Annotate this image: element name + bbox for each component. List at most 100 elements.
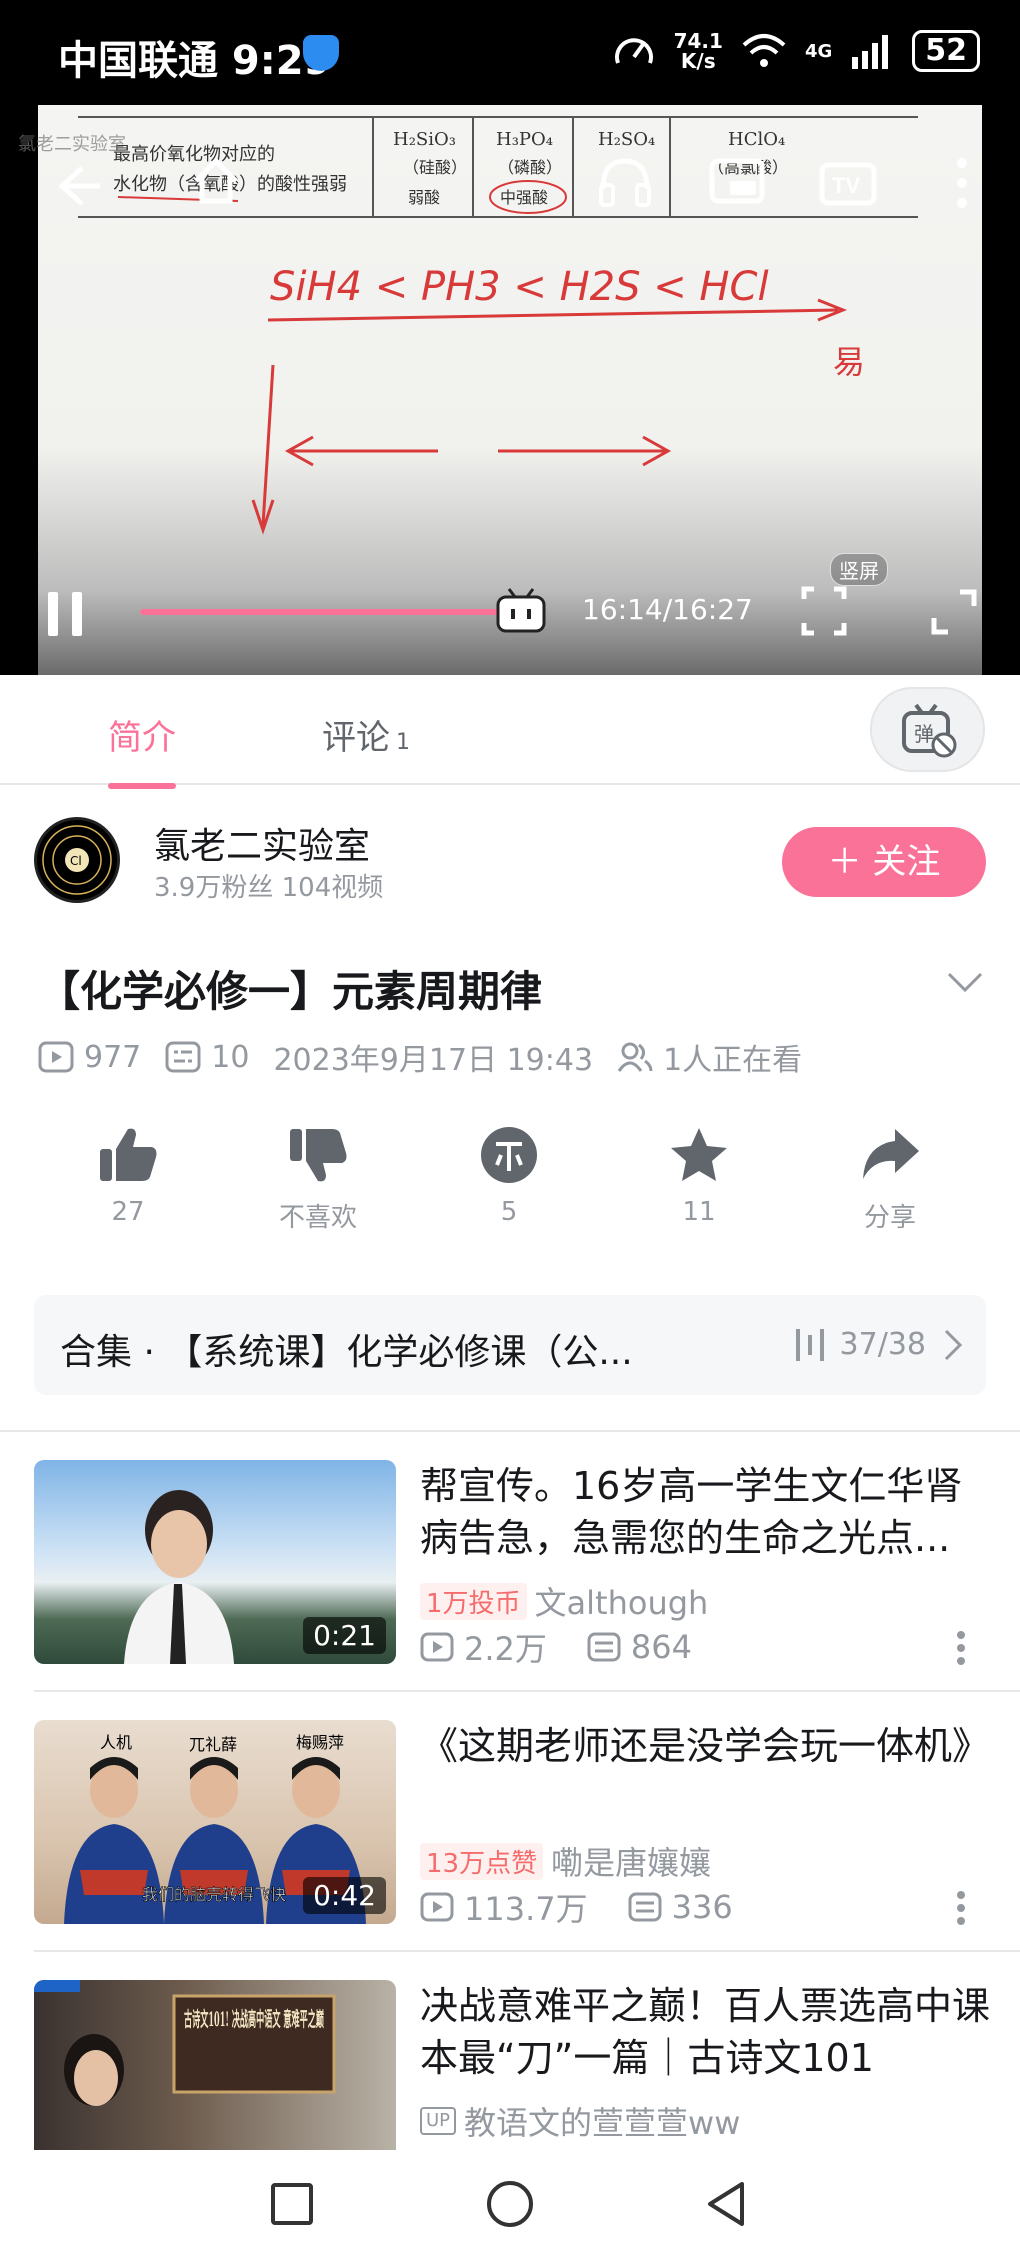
progress-thumb-tv-icon[interactable] bbox=[495, 587, 547, 635]
danmaku-count-icon bbox=[165, 1041, 201, 1073]
listen-mode-icon[interactable] bbox=[595, 155, 655, 211]
video-duration: 0:21 bbox=[303, 1617, 386, 1654]
shield-icon bbox=[303, 35, 339, 71]
pause-icon[interactable] bbox=[44, 590, 88, 638]
danmaku-toggle-button[interactable]: 弹 bbox=[870, 687, 985, 772]
video-stats-line: UP 教语文的萱萱萱ww bbox=[420, 2098, 740, 2144]
svg-text:H₃PO₄: H₃PO₄ bbox=[496, 129, 553, 150]
list-divider bbox=[34, 1950, 1020, 1952]
danmaku-off-icon: 弹 bbox=[902, 703, 957, 758]
publish-date: 2023年9月17日 19:43 bbox=[273, 1043, 594, 1078]
dislike-button[interactable]: 不喜欢 bbox=[258, 1125, 378, 1234]
share-button[interactable]: 分享 bbox=[830, 1125, 950, 1234]
video-duration: 0:42 bbox=[303, 1877, 386, 1914]
like-count: 27 bbox=[111, 1197, 145, 1227]
svg-text:TV: TV bbox=[832, 173, 860, 198]
svg-text:弹: 弹 bbox=[914, 722, 934, 746]
follow-button[interactable]: ＋ 关注 bbox=[782, 827, 986, 897]
watching-now: 1人正在看 bbox=[663, 1043, 803, 1078]
back-arrow-icon[interactable] bbox=[52, 160, 104, 212]
dislike-label: 不喜欢 bbox=[278, 1203, 357, 1233]
status-badge: 1万投币 bbox=[420, 1582, 527, 1620]
recent-apps-icon[interactable] bbox=[270, 2182, 314, 2226]
like-button[interactable]: 27 bbox=[68, 1125, 188, 1227]
danmaku-count-icon bbox=[628, 1892, 662, 1922]
status-badge: 13万点赞 bbox=[420, 1842, 544, 1880]
battery-indicator: 52 bbox=[912, 30, 980, 72]
video-meta: 977 10 2023年9月17日 19:43 1人正在看 bbox=[38, 1035, 802, 1079]
svg-text:H₂SO₄: H₂SO₄ bbox=[598, 129, 655, 150]
viewers-icon bbox=[617, 1042, 653, 1072]
video-stats-line: 13万点赞 嘞是唐孃孃 bbox=[420, 1838, 711, 1884]
thumbs-up-icon bbox=[100, 1128, 157, 1181]
home-button-icon[interactable] bbox=[486, 2180, 534, 2228]
uploader-row: Cl 氯老二实验室 3.9万粉丝 104视频 ＋ 关注 bbox=[0, 785, 1020, 925]
tab-comments[interactable]: 评论 1 bbox=[322, 710, 410, 759]
section-divider bbox=[0, 1430, 1020, 1432]
thumbs-down-icon bbox=[290, 1129, 347, 1182]
progress-bar[interactable] bbox=[140, 609, 540, 615]
avatar[interactable]: Cl bbox=[34, 817, 120, 903]
uploader-name[interactable]: 氯老二实验室 bbox=[154, 817, 370, 869]
video-author[interactable]: 文although bbox=[535, 1578, 709, 1624]
up-badge: UP bbox=[420, 2107, 457, 2135]
action-bar: 27 不喜欢 5 11 分享 bbox=[0, 1125, 1020, 1245]
video-author[interactable]: 教语文的萱萱萱ww bbox=[464, 2098, 740, 2144]
list-item[interactable]: 人机 兀礼薛 梅赐萍 我们的脑壳转得飞快 0:42 《这期老师还是没学会玩一体机… bbox=[0, 1720, 1020, 1930]
video-title: 【化学必修一】元素周期律 bbox=[38, 967, 543, 1016]
play-count-icon bbox=[420, 1892, 454, 1922]
video-thumbnail[interactable]: 0:21 bbox=[34, 1460, 396, 1664]
play-count: 113.7万 bbox=[464, 1890, 588, 1928]
danmaku-count: 336 bbox=[671, 1888, 733, 1926]
favorite-button[interactable]: 11 bbox=[639, 1125, 759, 1227]
cast-tv-icon[interactable]: TV bbox=[818, 157, 878, 211]
episode-list-icon bbox=[796, 1329, 824, 1361]
star-icon bbox=[671, 1128, 727, 1181]
thumb-label: 兀礼薛 bbox=[189, 1735, 237, 1754]
video-title: 帮宣传。16岁高一学生文仁华肾病告急，急需您的生命之光点... bbox=[420, 1464, 963, 1560]
svg-text:H₂SiO₃: H₂SiO₃ bbox=[393, 129, 456, 150]
danmaku-count-icon bbox=[587, 1632, 621, 1662]
list-item[interactable]: 古诗文101! 决战高中语文 意难平之巅 决战意难平之巅！百人票选高中课本最“刀… bbox=[0, 1980, 1020, 2150]
more-options-icon[interactable] bbox=[952, 155, 972, 211]
play-count: 2.2万 bbox=[464, 1630, 547, 1668]
share-arrow-icon bbox=[863, 1129, 919, 1179]
handwriting-text: SiH4 < PH3 < H2S < HCl bbox=[270, 264, 769, 310]
tab-intro[interactable]: 简介 bbox=[108, 710, 176, 789]
coin-button[interactable]: 5 bbox=[449, 1125, 569, 1227]
thumb-label: 梅赐萍 bbox=[296, 1733, 344, 1752]
video-thumbnail[interactable]: 人机 兀礼薛 梅赐萍 我们的脑壳转得飞快 0:42 bbox=[34, 1720, 396, 1924]
video-watermark: 氯老二实验室 bbox=[18, 134, 126, 155]
back-button-icon[interactable] bbox=[704, 2180, 748, 2228]
danmaku-count: 10 bbox=[211, 1039, 250, 1075]
video-player[interactable]: 最高价氧化物对应的 水化物（含氧酸）的酸性强弱 H₂SiO₃ （硅酸） 弱酸 H… bbox=[0, 105, 1020, 675]
picture-in-picture-icon[interactable] bbox=[708, 157, 766, 211]
signal-icon bbox=[852, 35, 889, 69]
coin-count: 5 bbox=[500, 1197, 518, 1227]
play-count: 977 bbox=[84, 1039, 142, 1075]
chevron-right-icon bbox=[944, 1329, 963, 1361]
list-divider bbox=[34, 1690, 1020, 1692]
chevron-down-icon[interactable] bbox=[945, 968, 985, 998]
svg-text:中强酸: 中强酸 bbox=[500, 188, 548, 207]
list-item[interactable]: 0:21 帮宣传。16岁高一学生文仁华肾病告急，急需您的生命之光点... 1万投… bbox=[0, 1460, 1020, 1670]
play-count-icon bbox=[420, 1632, 454, 1662]
video-thumbnail[interactable]: 古诗文101! 决战高中语文 意难平之巅 bbox=[34, 1980, 396, 2150]
svg-text:（磷酸）: （磷酸） bbox=[498, 158, 562, 177]
status-bar: 中国联通 9:29 74.1 K/s 4G 52 bbox=[0, 0, 1020, 105]
video-stats-line: 1万投币 文although bbox=[420, 1578, 708, 1624]
more-options-icon[interactable] bbox=[955, 1890, 967, 1926]
portrait-mode-label[interactable]: 竖屏 bbox=[830, 553, 888, 586]
wifi-icon bbox=[742, 34, 786, 67]
collection-title: 合集 · 【系统课】化学必修课（公... bbox=[60, 1332, 633, 1373]
svg-text:弱酸: 弱酸 bbox=[408, 188, 440, 207]
share-label: 分享 bbox=[863, 1203, 916, 1233]
video-author[interactable]: 嘞是唐孃孃 bbox=[551, 1838, 711, 1884]
more-options-icon[interactable] bbox=[955, 1630, 967, 1666]
fullscreen-icon[interactable] bbox=[930, 588, 978, 636]
collection-bar[interactable]: 合集 · 【系统课】化学必修课（公... 37/38 bbox=[34, 1295, 986, 1395]
play-count-icon bbox=[38, 1041, 74, 1073]
playback-time: 16:14/16:27 bbox=[582, 593, 753, 626]
portrait-fullscreen-icon[interactable] bbox=[800, 585, 848, 637]
home-icon[interactable] bbox=[190, 155, 242, 207]
